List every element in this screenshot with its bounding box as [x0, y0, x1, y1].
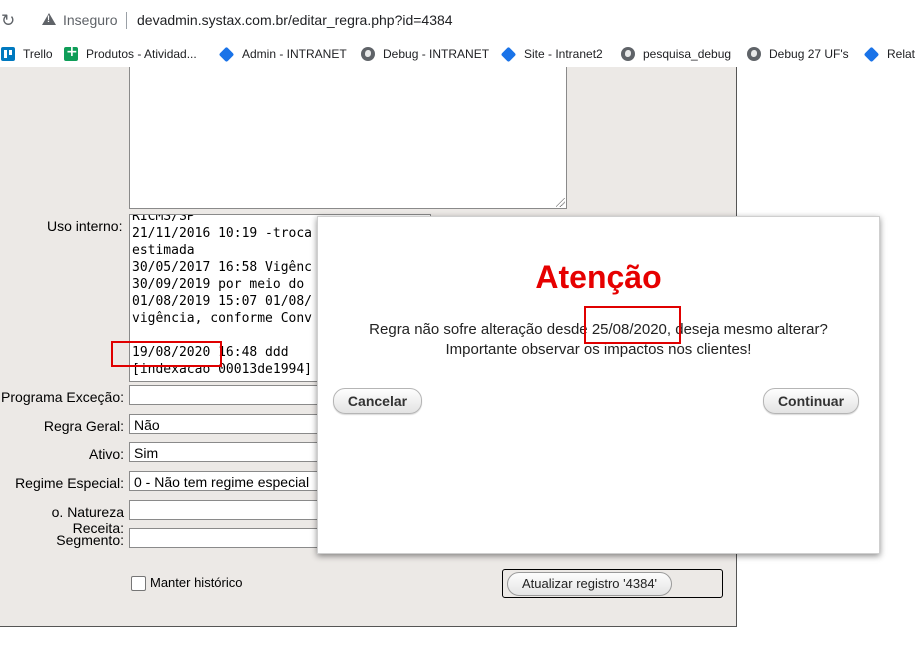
bookmark-label: Relat [887, 47, 916, 61]
bookmark-site-intranet2[interactable]: Site - Intranet2 [500, 45, 603, 63]
message-before: Regra não sofre alteração desde [369, 321, 592, 338]
cancel-button[interactable]: Cancelar [333, 388, 422, 414]
diamond-icon [863, 46, 880, 62]
globe-icon [621, 47, 635, 61]
update-record-button[interactable]: Atualizar registro '4384' [507, 572, 673, 596]
manter-historico-label: Manter histórico [150, 575, 243, 590]
bookmark-label: pesquisa_debug [643, 47, 732, 61]
bookmark-pesquisa-debug[interactable]: pesquisa_debug [621, 45, 731, 63]
bookmark-trello[interactable]: Trello [1, 45, 53, 63]
diamond-icon [218, 46, 235, 62]
address-bar: ↻ Inseguro devadmin.systax.com.br/editar… [0, 0, 916, 40]
regra-geral-label: Regra Geral: [43, 418, 124, 434]
diamond-icon [500, 46, 517, 62]
confirm-dialog: Atenção Regra não sofre alteração desde … [317, 216, 880, 554]
bookmark-label: Site - Intranet2 [524, 47, 603, 61]
bookmark-label: Debug 27 UF's [769, 47, 849, 61]
address-separator [126, 12, 127, 29]
bookmark-debug-27-ufs[interactable]: Debug 27 UF's [747, 45, 849, 63]
description-textarea[interactable] [129, 67, 567, 209]
manter-historico-checkbox[interactable] [131, 576, 146, 591]
segmento-label: Segmento: [56, 532, 124, 548]
regime-especial-label: Regime Especial: [15, 475, 124, 491]
trello-icon [1, 47, 15, 61]
bookmark-label: Debug - INTRANET [383, 47, 490, 61]
update-button-focus-ring: Atualizar registro '4384' [502, 569, 723, 598]
uso-interno-label: Uso interno: [47, 218, 123, 234]
ativo-label: Ativo: [88, 446, 124, 462]
bookmark-produtos[interactable]: Produtos - Atividad... [64, 44, 197, 63]
resize-handle-icon[interactable] [556, 198, 565, 207]
bookmarks-bar: Trello Produtos - Atividad... Admin - IN… [0, 40, 916, 67]
continue-button[interactable]: Continuar [763, 388, 859, 414]
message-after: , deseja mesmo alterar? [666, 321, 828, 338]
url-field[interactable]: devadmin.systax.com.br/editar_regra.php?… [137, 12, 453, 28]
bookmark-debug-intranet[interactable]: Debug - INTRANET [361, 45, 489, 63]
bookmark-relat[interactable]: Relat [863, 45, 916, 63]
programa-excecao-label: Programa Exceção: [1, 389, 124, 405]
globe-icon [747, 47, 761, 61]
warning-icon[interactable] [42, 13, 56, 25]
sheets-icon [64, 44, 78, 61]
reload-icon[interactable]: ↻ [1, 11, 15, 31]
dialog-title: Atenção [535, 259, 662, 295]
bookmark-label: Trello [23, 47, 53, 61]
bookmark-label: Produtos - Atividad... [86, 47, 197, 61]
bookmark-admin-intranet[interactable]: Admin - INTRANET [218, 45, 347, 63]
dialog-date-highlight-annotation [584, 306, 681, 344]
page-content: Uso interno: RICMS/SP 21/11/2016 10:19 -… [0, 67, 916, 655]
globe-icon [361, 47, 375, 61]
date-highlight-annotation [111, 341, 222, 367]
security-label[interactable]: Inseguro [63, 12, 117, 28]
bookmark-label: Admin - INTRANET [242, 47, 347, 61]
